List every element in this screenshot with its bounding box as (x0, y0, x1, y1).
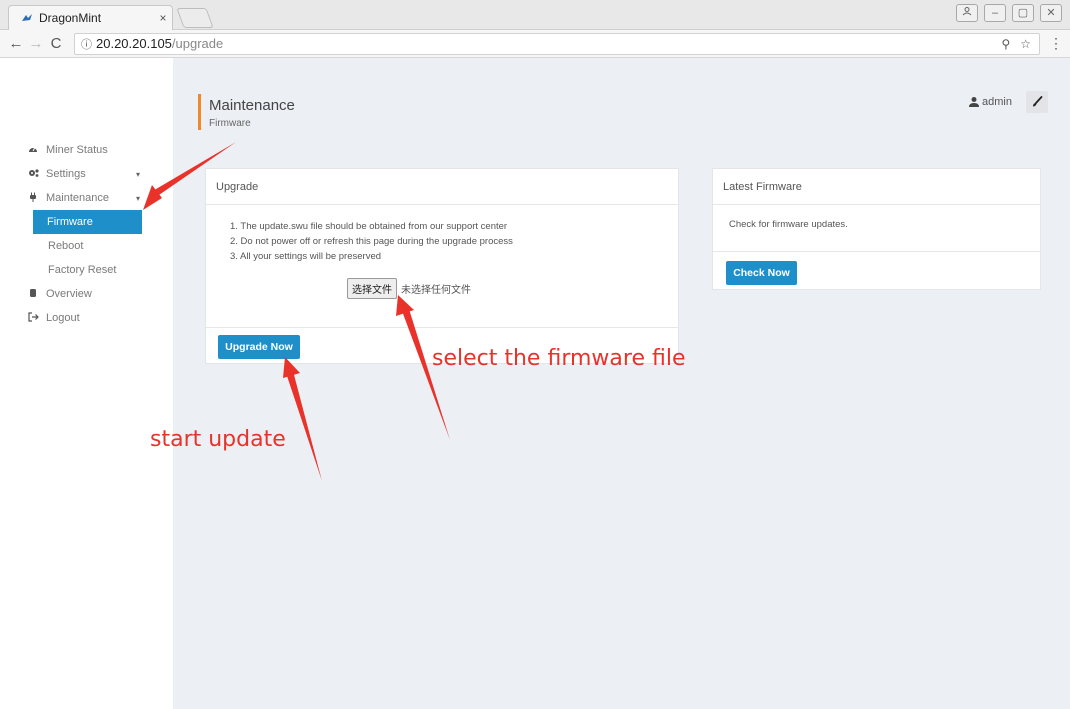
page-subtitle: Firmware (209, 118, 251, 129)
zoom-icon[interactable]: ⚲ (1001, 37, 1010, 51)
address-path: /upgrade (171, 36, 224, 51)
latest-firmware-card: Latest Firmware Check for firmware updat… (712, 168, 1041, 290)
user-icon (968, 96, 980, 108)
sidebar-item-maintenance[interactable]: Maintenance ▾ (0, 186, 173, 210)
page-header: Maintenance Firmware (198, 94, 295, 130)
sidebar-item-overview[interactable]: Overview (0, 282, 173, 306)
main-content (173, 58, 1070, 709)
cogs-icon (28, 168, 40, 181)
user-name: admin (982, 96, 1012, 108)
info-icon[interactable]: ⓘ (81, 36, 92, 52)
browser-tab-bar: DragonMint × – ▢ ✕ (0, 0, 1070, 30)
sidebar: Miner Status Settings ▾ Maintenance ▾ Fi… (0, 58, 173, 709)
instruction-line: 3. All your settings will be preserved (230, 251, 382, 262)
latest-firmware-title: Latest Firmware (713, 169, 1040, 205)
caret-down-icon: ▾ (136, 193, 141, 203)
user-menu[interactable]: admin (968, 96, 1012, 108)
file-input[interactable]: 选择文件 未选择任何文件 (347, 278, 471, 299)
brush-icon (1032, 96, 1043, 107)
sidebar-item-settings[interactable]: Settings ▾ (0, 162, 173, 186)
minimize-button[interactable]: – (984, 4, 1006, 22)
address-host: 20.20.20.105 (96, 36, 172, 51)
window-controls: – ▢ ✕ (956, 4, 1062, 22)
upgrade-card-title: Upgrade (206, 169, 678, 205)
sidebar-item-label: Maintenance (46, 192, 109, 204)
dragon-favicon-icon (21, 12, 33, 24)
upgrade-card: Upgrade 1. The update.swu file should be… (205, 168, 679, 364)
reload-icon[interactable]: C (46, 35, 66, 52)
upgrade-now-button[interactable]: Upgrade Now (218, 335, 300, 359)
back-icon[interactable]: ← (6, 35, 26, 52)
sidebar-subitem-firmware[interactable]: Firmware (33, 210, 142, 234)
sidebar-item-logout[interactable]: Logout (0, 306, 173, 330)
tab-close-icon[interactable]: × (154, 11, 172, 25)
check-now-button[interactable]: Check Now (726, 261, 797, 285)
sidebar-subitem-factory-reset[interactable]: Factory Reset (0, 258, 173, 282)
caret-down-icon: ▾ (136, 169, 141, 179)
sidebar-item-label: Settings (46, 168, 86, 180)
close-window-button[interactable]: ✕ (1040, 4, 1062, 22)
browser-toolbar: ← → C ⓘ 20.20.20.105 /upgrade ⚲ ☆ ⋮ (0, 30, 1070, 58)
dashboard-icon (28, 144, 40, 157)
tab-title: DragonMint (39, 11, 102, 25)
brush-button[interactable] (1025, 91, 1048, 113)
browser-menu-icon[interactable]: ⋮ (1048, 35, 1064, 52)
instruction-line: 2. Do not power off or refresh this page… (230, 236, 513, 247)
choose-file-button[interactable]: 选择文件 (347, 278, 397, 299)
sidebar-item-label: Logout (46, 312, 80, 324)
user-area: admin (968, 91, 1048, 113)
sidebar-item-label: Miner Status (46, 144, 108, 156)
bookmark-star-icon[interactable]: ☆ (1020, 37, 1031, 51)
sidebar-item-label: Overview (46, 288, 92, 300)
firmware-check-text: Check for firmware updates. (729, 219, 848, 230)
file-status: 未选择任何文件 (401, 285, 471, 296)
sidebar-subitem-reboot[interactable]: Reboot (0, 234, 173, 258)
new-tab-button[interactable] (176, 8, 214, 28)
page-title: Maintenance (209, 97, 295, 114)
firmware-card-footer: Check Now (713, 251, 1040, 291)
browser-tab[interactable]: DragonMint × (8, 5, 173, 30)
plug-icon (28, 192, 40, 205)
server-icon (28, 288, 40, 301)
upgrade-card-footer: Upgrade Now (206, 327, 678, 365)
sidebar-item-miner-status[interactable]: Miner Status (0, 138, 173, 162)
page: Miner Status Settings ▾ Maintenance ▾ Fi… (0, 58, 1070, 709)
upgrade-instructions: 1. The update.swu file should be obtaine… (230, 219, 513, 264)
user-profile-icon[interactable] (956, 4, 978, 22)
sign-out-icon (28, 311, 40, 325)
restore-button[interactable]: ▢ (1012, 4, 1034, 22)
forward-icon[interactable]: → (26, 35, 46, 52)
instruction-line: 1. The update.swu file should be obtaine… (230, 221, 508, 232)
sidebar-nav: Miner Status Settings ▾ Maintenance ▾ Fi… (0, 138, 173, 330)
address-bar[interactable]: ⓘ 20.20.20.105 /upgrade ⚲ ☆ (74, 32, 1040, 55)
